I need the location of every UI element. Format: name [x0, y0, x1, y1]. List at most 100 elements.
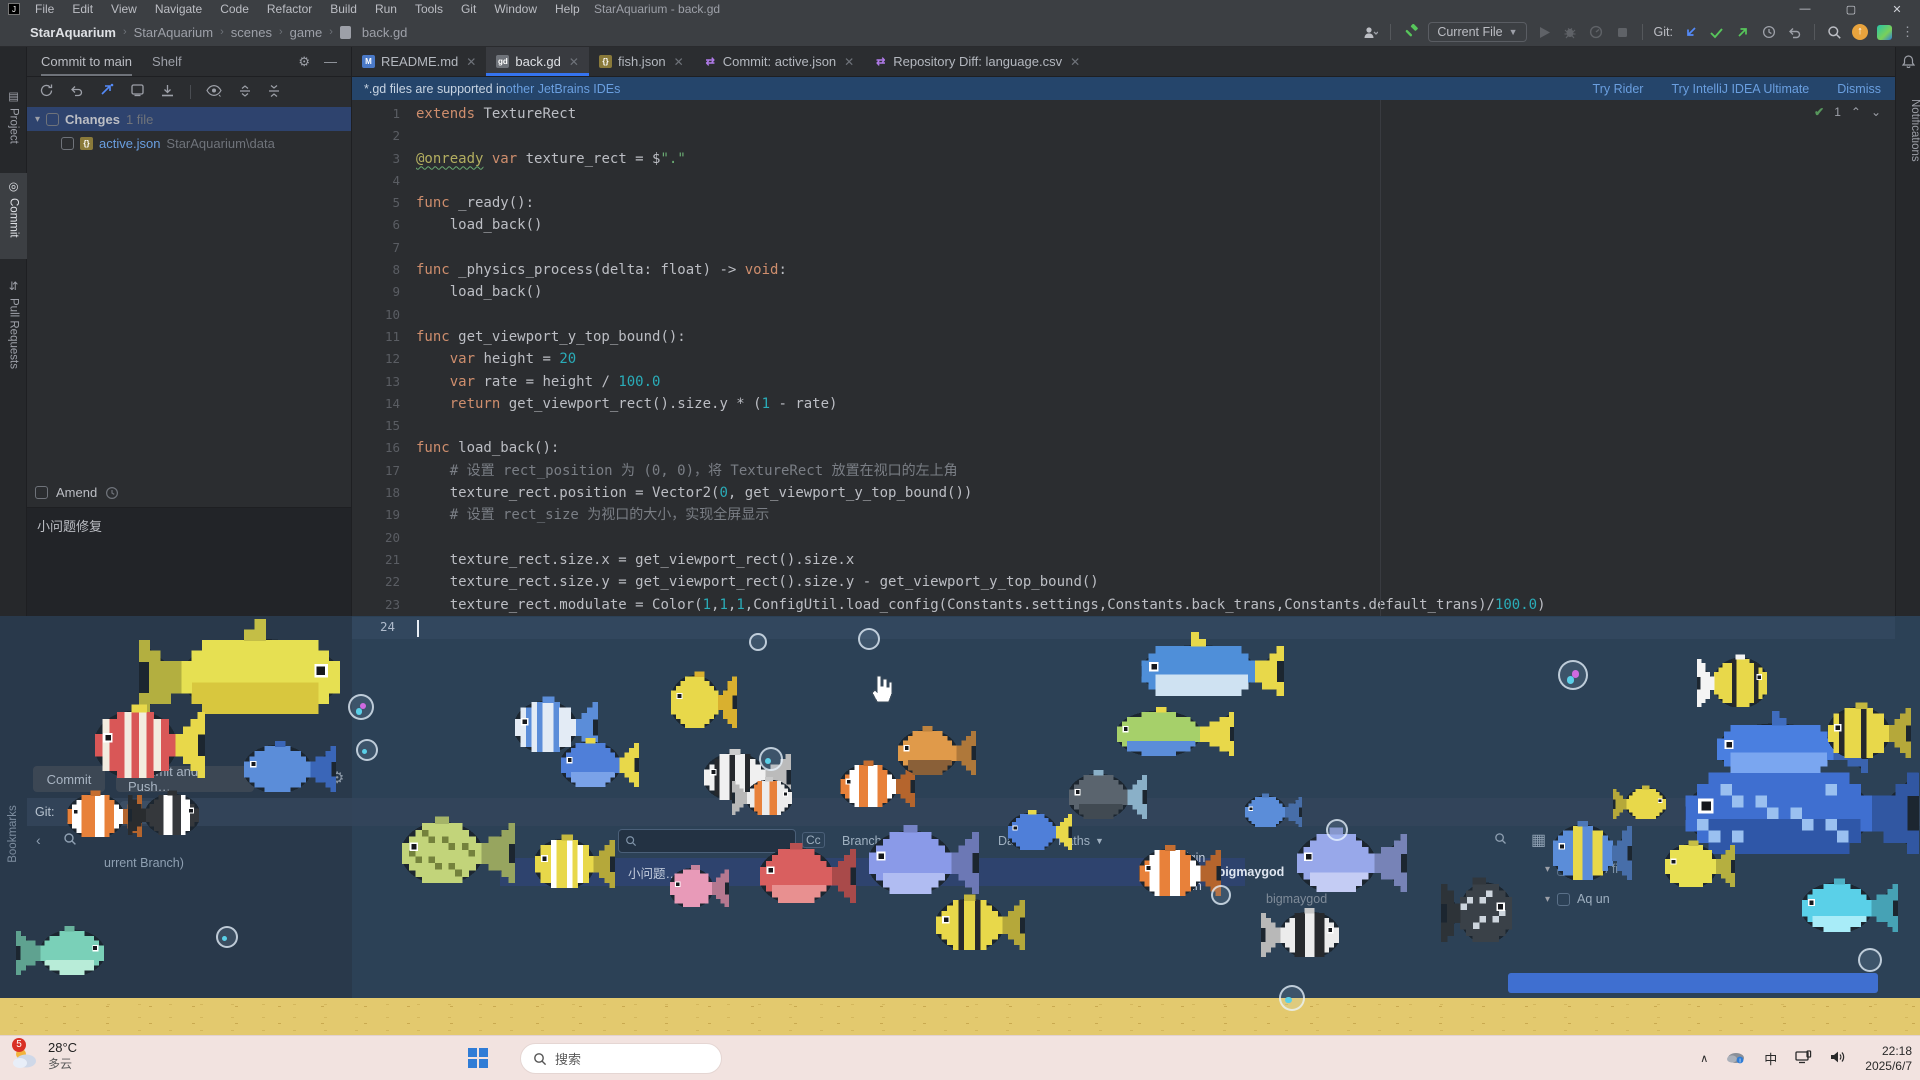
inspection-widget[interactable]: ✔ 1 ⌃ ⌄	[1814, 105, 1881, 119]
user-icon[interactable]	[1362, 24, 1379, 41]
changelist-icon[interactable]	[130, 83, 145, 101]
panel-hide-icon[interactable]: —	[324, 54, 337, 70]
chevron-down-icon[interactable]: ▾	[35, 114, 40, 125]
breadcrumb[interactable]: StarAquarium›StarAquarium›scenes›game›ba…	[30, 25, 407, 40]
amend-checkbox[interactable]	[35, 486, 48, 499]
git-layout-grid-icon[interactable]: ▦	[1531, 830, 1546, 850]
minimize-button[interactable]: —	[1782, 0, 1828, 18]
git-find-icon[interactable]	[1494, 832, 1507, 850]
changes-checkbox[interactable]	[46, 113, 59, 126]
commit-arrows-icon[interactable]	[99, 83, 115, 101]
tab-commit-to-main[interactable]: Commit to main	[41, 47, 132, 76]
history-icon[interactable]	[1760, 24, 1777, 41]
toolbox-icon[interactable]	[1877, 25, 1892, 40]
file-checkbox[interactable]	[61, 137, 74, 150]
sidebar-item-commit[interactable]: ◎Commit	[0, 173, 27, 259]
menu-git[interactable]: Git	[452, 2, 485, 16]
sidebar-item-pull-requests[interactable]: ⇵Pull Requests	[0, 273, 27, 429]
menu-help[interactable]: Help	[546, 2, 589, 16]
breadcrumb-item[interactable]: back.gd	[362, 25, 408, 40]
profiler-button[interactable]	[1588, 24, 1605, 41]
breadcrumb-item[interactable]: scenes	[231, 25, 272, 40]
pull-requests-icon: ⇵	[9, 279, 19, 293]
tray-chevron-up-icon[interactable]: ∧	[1700, 1052, 1708, 1065]
view-options-eye-icon[interactable]	[206, 84, 223, 100]
update-available-icon[interactable]: ↑	[1852, 24, 1868, 40]
tab-back.gd[interactable]: gdback.gd✕	[486, 47, 589, 76]
menu-window[interactable]: Window	[485, 2, 546, 16]
git-selected-file-row[interactable]	[1508, 973, 1878, 993]
git-update-icon[interactable]	[1682, 24, 1699, 41]
close-button[interactable]: ✕	[1874, 0, 1920, 18]
pixel-fish	[1117, 702, 1234, 756]
close-tab-icon[interactable]: ✕	[674, 55, 684, 69]
editor-code[interactable]: extends TextureRect @onready var texture…	[416, 103, 1546, 616]
banner-link[interactable]: other JetBrains IDEs	[506, 82, 621, 96]
tab-Commit: active.json[interactable]: ⇄Commit: active.json✕	[694, 47, 864, 76]
git-detail-row[interactable]: ▾ Aq un	[1545, 892, 1610, 906]
git-commit-check-icon[interactable]	[1708, 24, 1725, 41]
ime-indicator[interactable]: 中	[1764, 1049, 1777, 1068]
volume-icon[interactable]	[1830, 1050, 1847, 1067]
panel-settings-gear-icon[interactable]: ⚙	[298, 54, 310, 70]
menu-tools[interactable]: Tools	[406, 2, 452, 16]
search-everywhere-icon[interactable]	[1826, 24, 1843, 41]
refresh-icon[interactable]	[39, 83, 54, 101]
prev-problem-icon[interactable]: ⌃	[1851, 105, 1861, 119]
changes-tree-root[interactable]: ▾ Changes 1 file	[27, 107, 351, 131]
close-tab-icon[interactable]: ✕	[466, 55, 476, 69]
debug-button[interactable]	[1562, 24, 1579, 41]
menu-refactor[interactable]: Refactor	[258, 2, 321, 16]
menu-view[interactable]: View	[102, 2, 146, 16]
expand-all-icon[interactable]	[238, 84, 252, 101]
close-tab-icon[interactable]: ✕	[569, 55, 579, 69]
run-button[interactable]	[1536, 24, 1553, 41]
tab-Repository Diff: language.csv[interactable]: ⇄Repository Diff: language.csv✕	[864, 47, 1090, 76]
tab-fish.json[interactable]: {}fish.json✕	[589, 47, 694, 76]
more-options-icon[interactable]: ⋮	[1901, 24, 1914, 40]
menu-navigate[interactable]: Navigate	[146, 2, 211, 16]
breadcrumb-item[interactable]: StarAquarium	[30, 25, 116, 40]
clock-widget[interactable]: 22:18 2025/6/7	[1865, 1044, 1912, 1074]
next-problem-icon[interactable]: ⌄	[1871, 105, 1881, 119]
collapse-all-icon[interactable]	[267, 84, 281, 101]
run-config-select[interactable]: Current File▼	[1428, 22, 1526, 42]
code-line: extends TextureRect	[416, 103, 1546, 125]
changed-file-row[interactable]: {} active.json StarAquarium\data	[27, 131, 351, 155]
tab-shelf[interactable]: Shelf	[152, 47, 182, 76]
banner-action-dismiss[interactable]: Dismiss	[1837, 82, 1881, 96]
gd-support-banner: *.gd files are supported in other JetBra…	[352, 77, 1895, 100]
code-editor[interactable]: 1234567891011121314151617181920212223 ex…	[352, 100, 1895, 616]
weather-widget[interactable]: 5 28°C 多云	[10, 1040, 77, 1072]
rollback-icon[interactable]	[69, 83, 84, 101]
notifications-bell-icon[interactable]	[1896, 55, 1920, 73]
taskbar-search[interactable]: 搜索	[520, 1043, 722, 1074]
menu-run[interactable]: Run	[366, 2, 406, 16]
maximize-button[interactable]: ▢	[1828, 0, 1874, 18]
stop-button[interactable]	[1614, 24, 1631, 41]
git-back-icon[interactable]: ‹	[36, 832, 41, 849]
build-hammer-icon[interactable]	[1402, 24, 1419, 41]
breadcrumb-item[interactable]: game	[290, 25, 323, 40]
banner-action-try-rider[interactable]: Try Rider	[1593, 82, 1644, 96]
menu-build[interactable]: Build	[321, 2, 366, 16]
git-push-icon[interactable]	[1734, 24, 1751, 41]
breadcrumb-item[interactable]: StarAquarium	[134, 25, 213, 40]
sidebar-item-bookmarks[interactable]: Bookmarks	[7, 791, 19, 877]
start-button[interactable]	[464, 1044, 492, 1072]
sidebar-item-project[interactable]: ▤Project	[0, 83, 27, 179]
tab-README.md[interactable]: MREADME.md✕	[352, 47, 486, 76]
rollback-icon[interactable]	[1786, 24, 1803, 41]
close-tab-icon[interactable]: ✕	[844, 55, 854, 69]
banner-action-try-intellij-idea-ultimate[interactable]: Try IntelliJ IDEA Ultimate	[1671, 82, 1809, 96]
network-cast-icon[interactable]	[1795, 1050, 1812, 1067]
shelve-icon[interactable]	[160, 83, 175, 101]
close-tab-icon[interactable]: ✕	[1070, 55, 1080, 69]
code-line: texture_rect.size.x = get_viewport_rect(…	[416, 549, 1546, 571]
menu-edit[interactable]: Edit	[63, 2, 102, 16]
onedrive-cloud-icon[interactable]: i	[1726, 1050, 1746, 1067]
sidebar-item-notifications[interactable]: Notifications	[1896, 99, 1920, 162]
menu-file[interactable]: File	[26, 2, 63, 16]
menu-code[interactable]: Code	[211, 2, 258, 16]
message-history-icon[interactable]	[105, 486, 119, 500]
